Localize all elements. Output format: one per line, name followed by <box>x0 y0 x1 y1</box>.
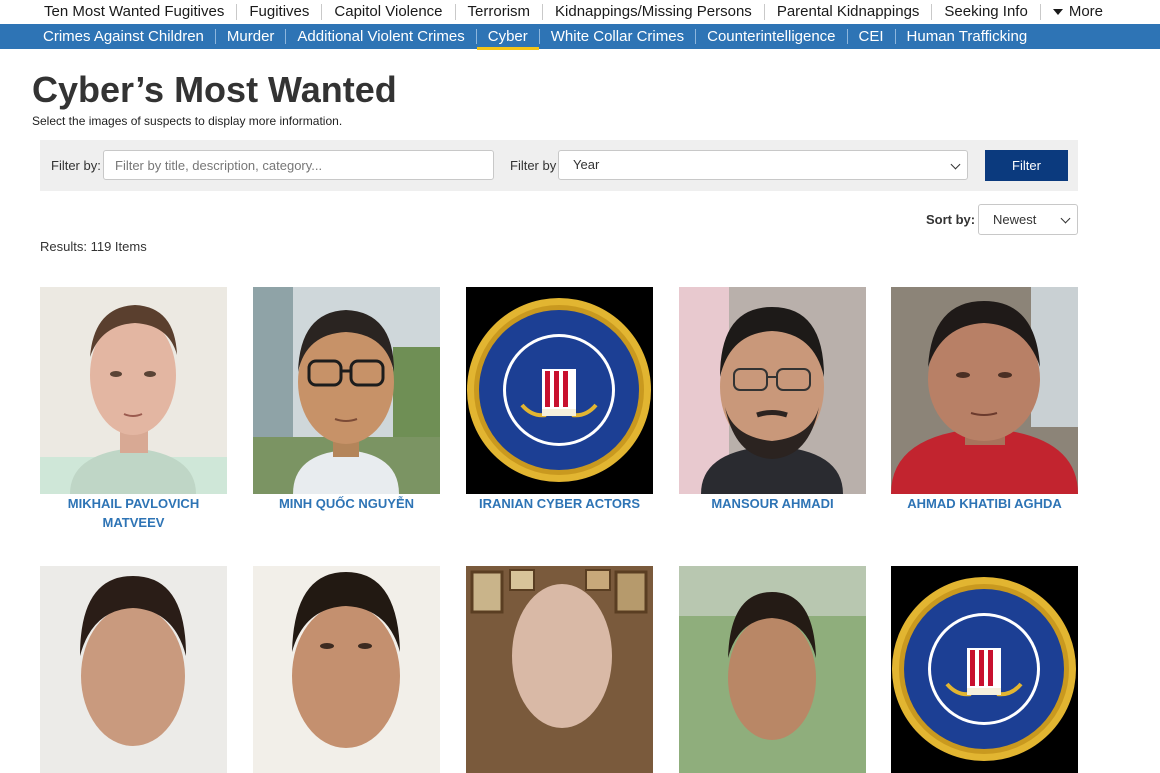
nav-parental-kidnappings[interactable]: Parental Kidnappings <box>763 4 932 20</box>
wanted-card[interactable]: IRANIAN CYBER ACTORS <box>466 287 653 513</box>
year-select-value: Year <box>573 157 600 172</box>
suspect-name-link[interactable]: AHMAD KHATIBI AGHDA <box>891 494 1078 513</box>
page-title: Cyber’s Most Wanted <box>32 69 397 110</box>
chevron-down-icon <box>950 159 961 170</box>
suspect-photo[interactable] <box>466 566 653 773</box>
wanted-card[interactable]: AHMAD KHATIBI AGHDA <box>891 287 1078 513</box>
suspect-photo[interactable] <box>40 287 227 494</box>
wanted-card[interactable] <box>891 566 1078 773</box>
fbi-seal-image[interactable] <box>466 287 653 494</box>
subnav-white-collar-crimes[interactable]: White Collar Crimes <box>538 29 695 44</box>
nav-ten-most-wanted[interactable]: Ten Most Wanted Fugitives <box>32 4 236 20</box>
nav-more-label: More <box>1068 3 1104 20</box>
nav-kidnappings[interactable]: Kidnappings/Missing Persons <box>542 4 764 20</box>
wanted-card[interactable] <box>679 566 866 773</box>
wanted-card[interactable] <box>466 566 653 773</box>
filter-text-label: Filter by: <box>51 158 101 173</box>
suspect-photo[interactable] <box>679 566 866 773</box>
suspect-photo[interactable] <box>679 287 866 494</box>
sort-label: Sort by: <box>926 212 976 227</box>
suspect-photo[interactable] <box>40 566 227 773</box>
wanted-card[interactable] <box>40 566 227 773</box>
subnav-counterintelligence[interactable]: Counterintelligence <box>695 29 846 44</box>
wanted-card[interactable]: MIKHAIL PAVLOVICH MATVEEV <box>40 287 227 532</box>
suspect-name-link[interactable]: MANSOUR AHMADI <box>679 494 866 513</box>
subnav-cyber[interactable]: Cyber <box>475 29 539 50</box>
suspect-name-link[interactable]: MIKHAIL PAVLOVICH MATVEEV <box>40 494 227 532</box>
filter-bar: Filter by: Filter by Year Filter <box>40 140 1078 191</box>
results-count: Results: 119 Items <box>40 239 147 254</box>
filter-text-input[interactable] <box>103 150 494 180</box>
subnav-crimes-against-children[interactable]: Crimes Against Children <box>32 29 215 44</box>
subnav-murder[interactable]: Murder <box>214 29 286 44</box>
fbi-seal-image[interactable] <box>891 566 1078 773</box>
top-nav: Ten Most Wanted Fugitives Fugitives Capi… <box>0 0 1160 24</box>
nav-fugitives[interactable]: Fugitives <box>236 4 321 20</box>
caret-down-icon <box>1052 9 1063 15</box>
suspect-photo[interactable] <box>253 287 440 494</box>
nav-seeking-info[interactable]: Seeking Info <box>931 4 1039 20</box>
suspect-name-link[interactable]: IRANIAN CYBER ACTORS <box>466 494 653 513</box>
filter-button[interactable]: Filter <box>985 150 1068 181</box>
wanted-card[interactable]: MANSOUR AHMADI <box>679 287 866 513</box>
sort-select-value: Newest <box>993 212 1037 227</box>
nav-terrorism[interactable]: Terrorism <box>454 4 543 20</box>
subnav-cei[interactable]: CEI <box>846 29 895 44</box>
sub-nav: Crimes Against Children Murder Additiona… <box>0 24 1160 50</box>
filter-year-label: Filter by <box>510 158 557 173</box>
subnav-additional-violent-crimes[interactable]: Additional Violent Crimes <box>285 29 475 44</box>
page-subtitle: Select the images of suspects to display… <box>32 114 343 128</box>
chevron-down-icon <box>1060 213 1071 224</box>
subnav-human-trafficking[interactable]: Human Trafficking <box>894 29 1039 44</box>
suspect-photo[interactable] <box>891 287 1078 494</box>
nav-capitol-violence[interactable]: Capitol Violence <box>321 4 454 20</box>
suspect-name-link[interactable]: MINH QUỐC NGUYỄN <box>253 494 440 513</box>
year-select[interactable]: Year <box>558 150 968 180</box>
suspect-photo[interactable] <box>253 566 440 773</box>
wanted-card[interactable]: MINH QUỐC NGUYỄN <box>253 287 440 513</box>
nav-more-menu[interactable]: More <box>1039 3 1115 20</box>
sort-select[interactable]: Newest <box>978 204 1078 235</box>
wanted-card[interactable] <box>253 566 440 773</box>
